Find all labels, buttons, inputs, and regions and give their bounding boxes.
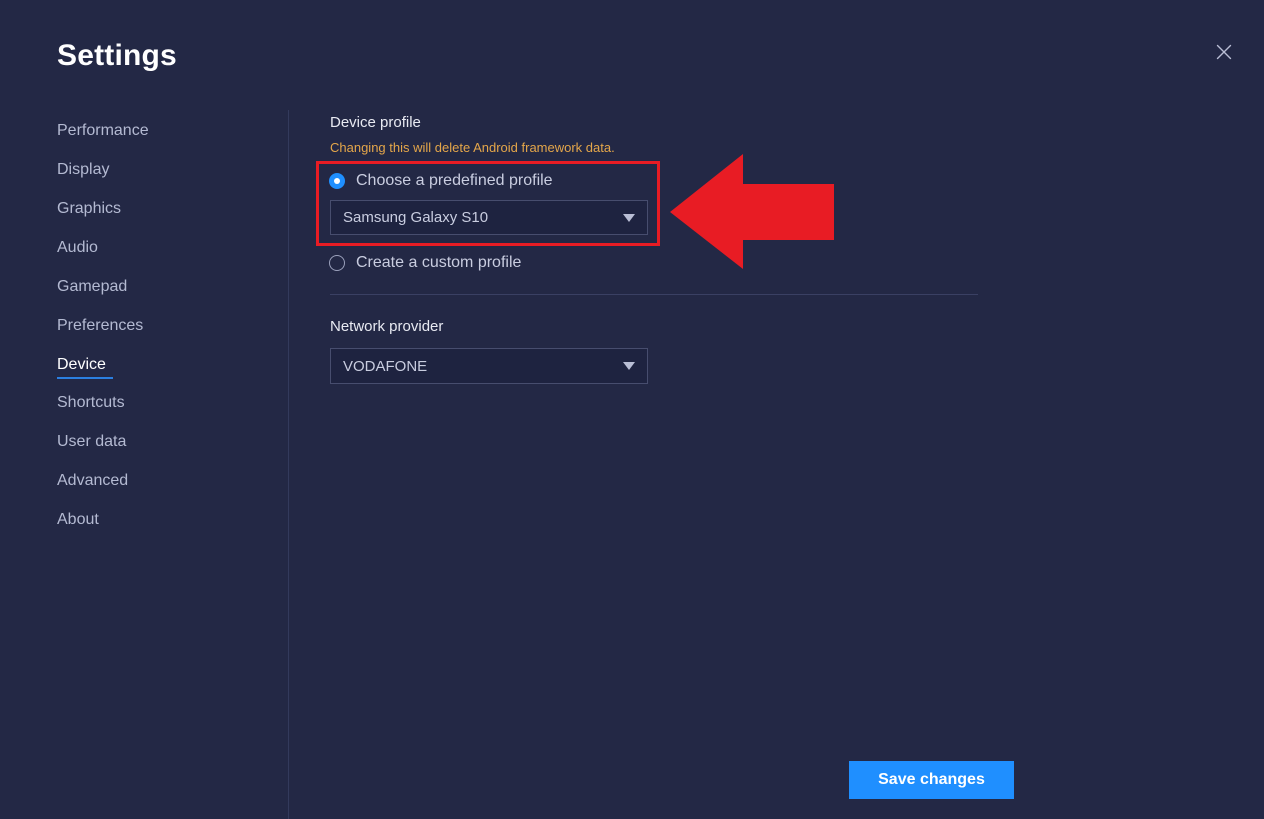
device-profile-warning: Changing this will delete Android framew… <box>330 140 615 155</box>
sidebar-item-about[interactable]: About <box>57 512 99 528</box>
sidebar-item-device[interactable]: Device <box>57 357 106 373</box>
radio-predefined-profile[interactable]: Choose a predefined profile <box>329 173 553 189</box>
network-provider-heading: Network provider <box>330 318 444 335</box>
save-changes-button[interactable]: Save changes <box>849 761 1014 799</box>
chevron-down-icon <box>623 362 635 370</box>
sidebar-item-advanced[interactable]: Advanced <box>57 473 128 489</box>
main-panel: Device profile Changing this will delete… <box>289 0 1264 819</box>
sidebar-item-shortcuts[interactable]: Shortcuts <box>57 395 125 411</box>
radio-predefined-profile-label: Choose a predefined profile <box>356 172 553 189</box>
sidebar-item-user-data[interactable]: User data <box>57 434 126 450</box>
chevron-down-icon <box>623 213 635 222</box>
sidebar-item-audio[interactable]: Audio <box>57 240 98 256</box>
radio-custom-profile-label: Create a custom profile <box>356 254 522 271</box>
sidebar-item-performance[interactable]: Performance <box>57 123 149 139</box>
radio-unselected-icon <box>329 255 345 271</box>
sidebar-item-gamepad[interactable]: Gamepad <box>57 279 127 295</box>
radio-custom-profile[interactable]: Create a custom profile <box>329 255 521 271</box>
sidebar-item-graphics[interactable]: Graphics <box>57 201 121 217</box>
device-profile-select[interactable]: Samsung Galaxy S10 <box>330 200 648 235</box>
sidebar-item-display[interactable]: Display <box>57 162 109 178</box>
sidebar-active-indicator <box>57 377 113 379</box>
settings-window: Settings Performance Display Graphics Au… <box>0 0 1264 819</box>
section-divider <box>330 294 978 295</box>
sidebar: Performance Display Graphics Audio Gamep… <box>0 110 289 819</box>
radio-selected-icon <box>329 173 345 189</box>
device-profile-heading: Device profile <box>330 114 421 131</box>
network-provider-select-value: VODAFONE <box>343 358 428 374</box>
page-title: Settings <box>57 39 177 72</box>
sidebar-item-preferences[interactable]: Preferences <box>57 318 143 334</box>
device-profile-select-value: Samsung Galaxy S10 <box>343 210 489 225</box>
network-provider-select[interactable]: VODAFONE <box>330 348 648 384</box>
